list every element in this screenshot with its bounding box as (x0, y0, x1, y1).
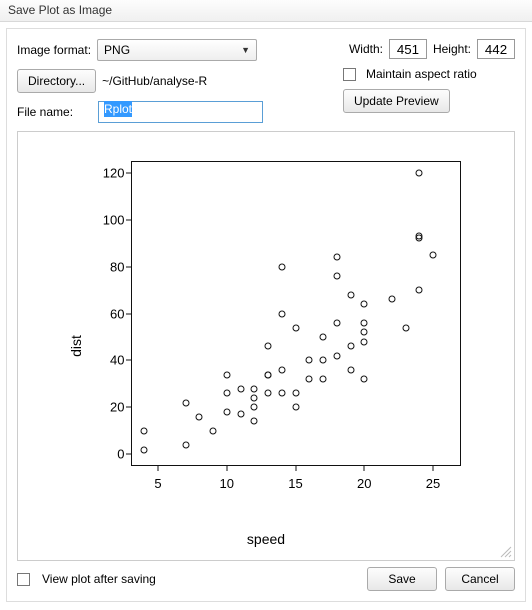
height-input[interactable] (477, 39, 515, 59)
data-point (361, 301, 368, 308)
width-input[interactable] (389, 39, 427, 59)
data-point (347, 366, 354, 373)
y-axis-title: dist (67, 335, 83, 357)
data-point (292, 324, 299, 331)
data-point (388, 296, 395, 303)
y-tick-label: 20 (97, 400, 125, 415)
data-point (278, 366, 285, 373)
data-point (320, 357, 327, 364)
data-point (430, 251, 437, 258)
image-format-value: PNG (104, 43, 130, 57)
x-tick-label: 25 (426, 476, 440, 491)
cancel-button[interactable]: Cancel (445, 567, 515, 591)
height-label: Height: (433, 42, 471, 56)
scatter-plot: dist speed 0 20 40 60 80 100 120 5 10 15 20 25 (41, 141, 492, 551)
directory-path: ~/GitHub/analyse-R (102, 74, 207, 88)
x-tick-label: 15 (288, 476, 302, 491)
data-point (416, 169, 423, 176)
data-point (265, 390, 272, 397)
data-point (278, 390, 285, 397)
width-label: Width: (349, 42, 383, 56)
data-point (292, 404, 299, 411)
data-point (361, 376, 368, 383)
data-point (333, 319, 340, 326)
data-point (402, 324, 409, 331)
filename-input[interactable]: Rplot (98, 101, 263, 123)
directory-button[interactable]: Directory... (17, 69, 96, 93)
image-format-select[interactable]: PNG ▼ (97, 39, 257, 61)
data-point (141, 446, 148, 453)
y-tick-label: 80 (97, 259, 125, 274)
data-point (251, 418, 258, 425)
data-point (361, 329, 368, 336)
data-point (306, 376, 313, 383)
x-axis-title: speed (247, 531, 285, 547)
data-point (333, 254, 340, 261)
filename-label: File name: (17, 105, 92, 119)
filename-value: Rplot (104, 101, 132, 117)
data-point (333, 352, 340, 359)
data-point (320, 333, 327, 340)
window-titlebar: Save Plot as Image (0, 0, 532, 22)
view-after-checkbox[interactable] (17, 573, 30, 586)
data-point (416, 287, 423, 294)
data-point (265, 371, 272, 378)
data-point (361, 338, 368, 345)
data-point (306, 357, 313, 364)
plot-preview: dist speed 0 20 40 60 80 100 120 5 10 15 20 25 (17, 131, 515, 561)
data-point (251, 394, 258, 401)
data-point (210, 427, 217, 434)
y-tick-label: 60 (97, 306, 125, 321)
data-point (347, 291, 354, 298)
save-button[interactable]: Save (367, 567, 437, 591)
data-point (278, 310, 285, 317)
dialog-body: Image format: PNG ▼ Directory... ~/GitHu… (6, 28, 526, 602)
view-after-label: View plot after saving (42, 572, 156, 586)
data-point (196, 413, 203, 420)
x-tick-label: 20 (357, 476, 371, 491)
data-point (333, 272, 340, 279)
update-preview-button[interactable]: Update Preview (343, 89, 450, 113)
y-tick-label: 100 (97, 212, 125, 227)
data-point (141, 427, 148, 434)
data-point (237, 385, 244, 392)
data-point (278, 263, 285, 270)
maintain-aspect-checkbox[interactable] (343, 68, 356, 81)
data-point (182, 441, 189, 448)
y-tick-label: 0 (97, 447, 125, 462)
data-point (320, 376, 327, 383)
data-point (182, 399, 189, 406)
data-point (237, 411, 244, 418)
x-tick-label: 5 (154, 476, 161, 491)
y-tick-label: 40 (97, 353, 125, 368)
data-point (223, 371, 230, 378)
maintain-aspect-label: Maintain aspect ratio (366, 67, 477, 81)
data-point (265, 343, 272, 350)
data-point (292, 390, 299, 397)
top-form: Image format: PNG ▼ Directory... ~/GitHu… (7, 35, 525, 127)
data-point (251, 404, 258, 411)
data-point (223, 409, 230, 416)
data-point (251, 385, 258, 392)
bottom-bar: View plot after saving Save Cancel (7, 557, 525, 601)
data-point (361, 319, 368, 326)
resize-grip-icon[interactable] (498, 544, 512, 558)
x-tick-label: 10 (220, 476, 234, 491)
data-point (223, 390, 230, 397)
data-point (347, 343, 354, 350)
window-title: Save Plot as Image (8, 3, 112, 17)
y-tick-label: 120 (97, 165, 125, 180)
chevron-down-icon: ▼ (241, 45, 250, 55)
image-format-label: Image format: (17, 43, 91, 57)
data-point (416, 233, 423, 240)
